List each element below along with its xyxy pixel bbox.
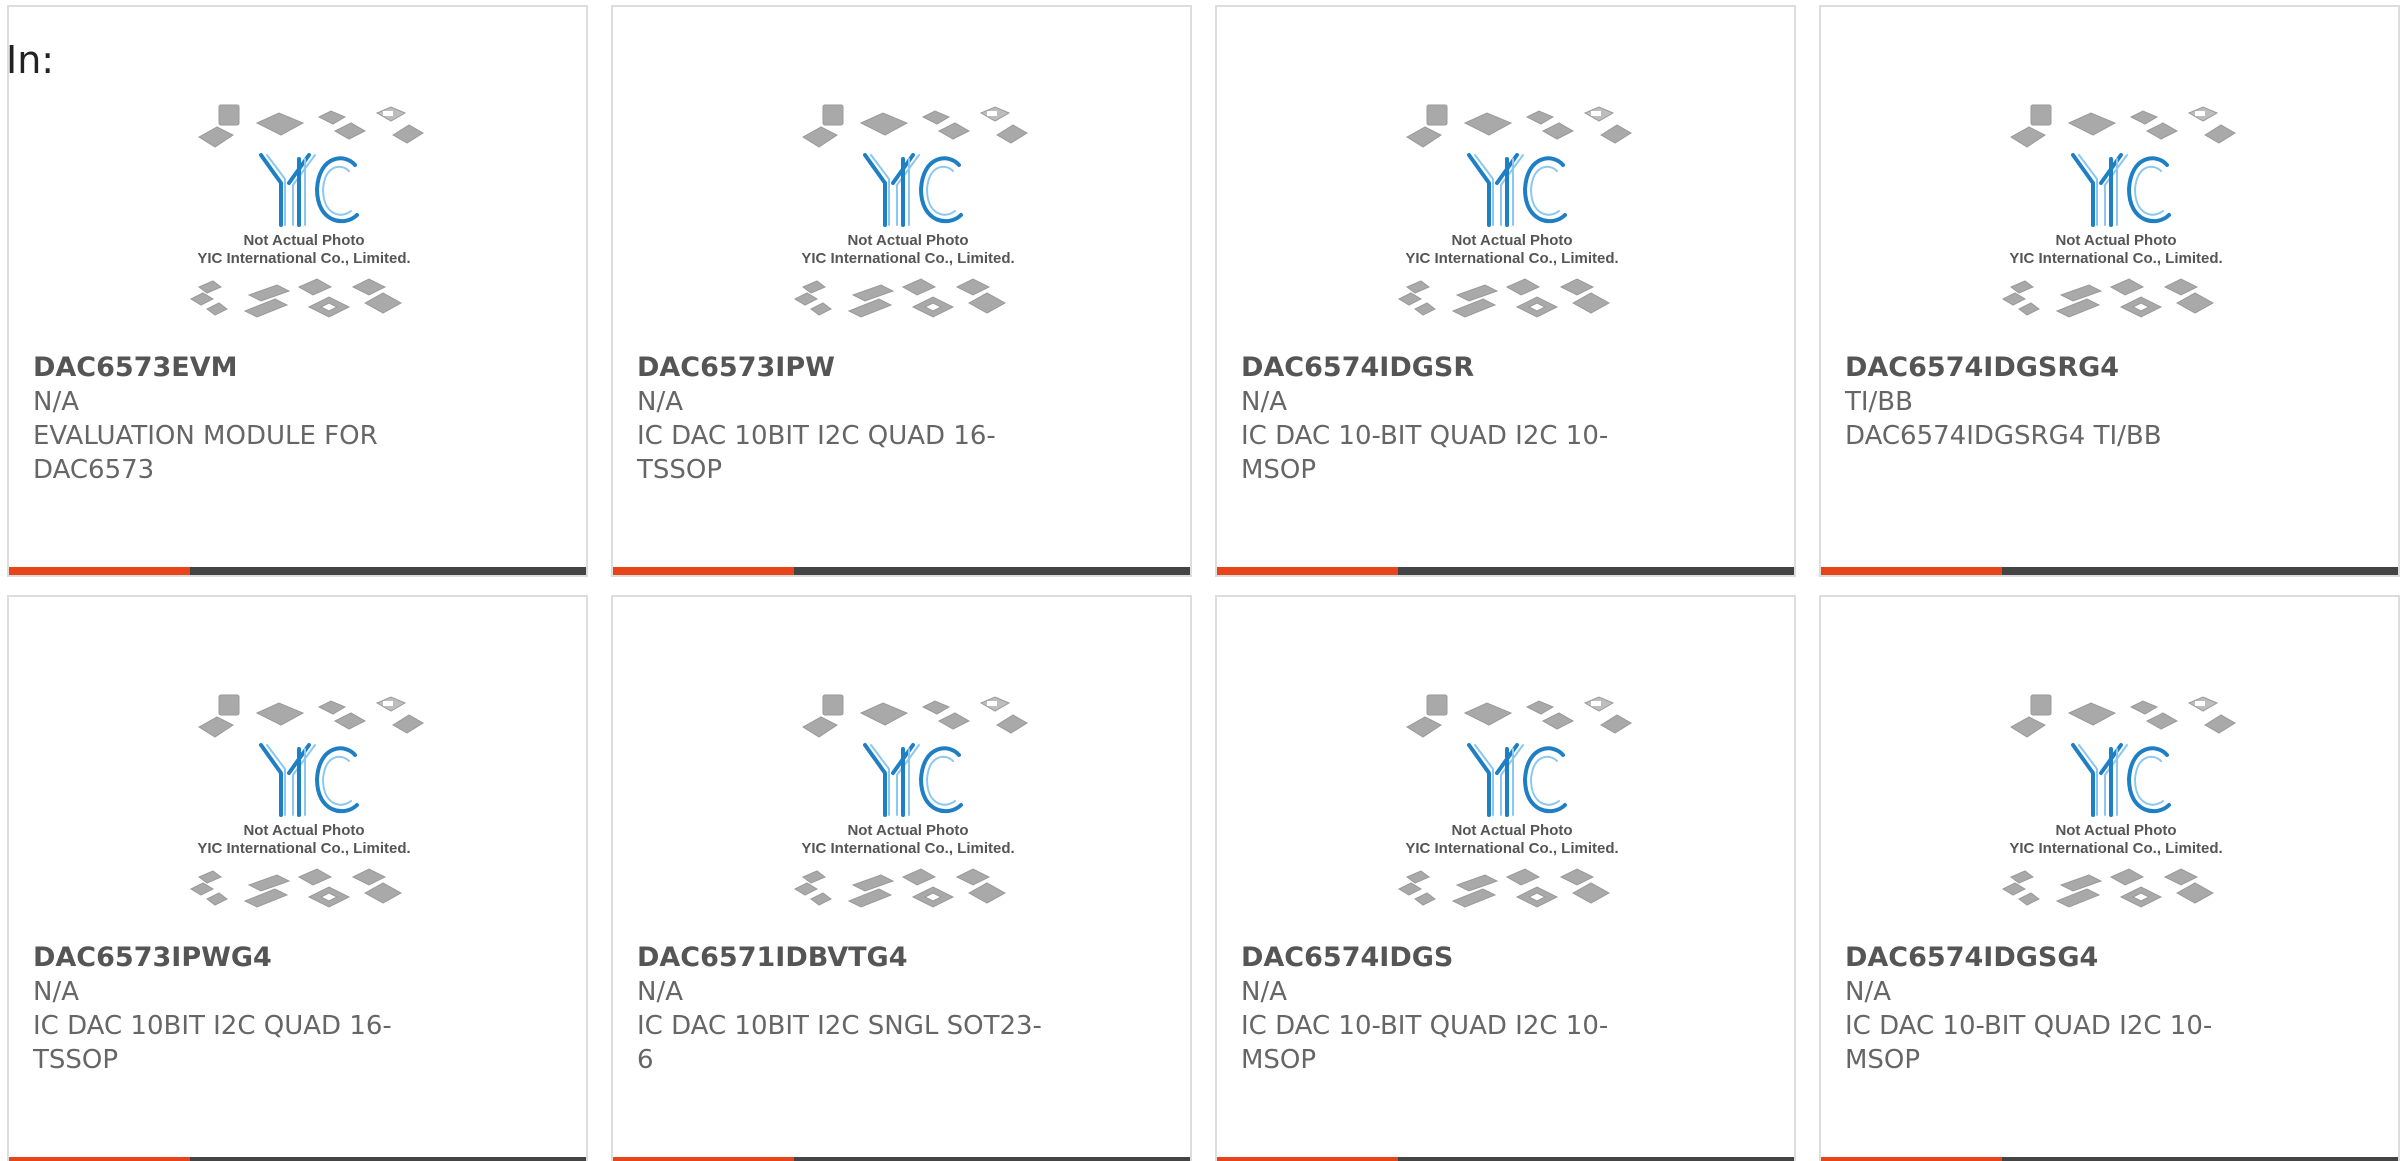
product-description: IC DAC 10BIT I2C SNGL SOT23-6 bbox=[637, 1011, 1042, 1075]
card-bottom-bar bbox=[1821, 567, 2398, 575]
manufacturer: N/A bbox=[33, 977, 79, 1007]
card-bottom-bar-rest bbox=[2002, 567, 2398, 575]
placeholder-caption-line1: Not Actual Photo bbox=[2055, 822, 2176, 839]
card-bottom-bar-accent bbox=[9, 1157, 190, 1161]
product-description: EVALUATION MODULE FOR DAC6573 bbox=[33, 421, 378, 485]
card-bottom-bar-rest bbox=[190, 1157, 586, 1161]
placeholder-caption-line1: Not Actual Photo bbox=[243, 822, 364, 839]
card-bottom-bar-rest bbox=[1398, 567, 1794, 575]
manufacturer: N/A bbox=[1241, 977, 1287, 1007]
not-actual-photo-placeholder-image: Not Actual Photo YIC International Co., … bbox=[189, 694, 424, 908]
placeholder-caption-line2: YIC International Co., Limited. bbox=[801, 840, 1014, 857]
product-card[interactable]: Not Actual Photo YIC International Co., … bbox=[1819, 595, 2400, 1161]
card-bottom-bar-rest bbox=[1398, 1157, 1794, 1161]
search-prefix-label: In: bbox=[6, 38, 55, 82]
not-actual-photo-placeholder-image: Not Actual Photo YIC International Co., … bbox=[2001, 694, 2236, 908]
part-number[interactable]: DAC6574IDGS bbox=[1241, 941, 1661, 975]
manufacturer: N/A bbox=[637, 387, 683, 417]
card-bottom-bar bbox=[9, 1157, 586, 1161]
placeholder-caption-line1: Not Actual Photo bbox=[847, 822, 968, 839]
card-bottom-bar-accent bbox=[613, 1157, 794, 1161]
product-description: IC DAC 10-BIT QUAD I2C 10-MSOP bbox=[1845, 1011, 2213, 1075]
not-actual-photo-placeholder-image: Not Actual Photo YIC International Co., … bbox=[793, 104, 1028, 318]
product-card[interactable]: Not Actual Photo YIC International Co., … bbox=[611, 595, 1192, 1161]
product-info: DAC6574IDGSR N/A IC DAC 10-BIT QUAD I2C … bbox=[1241, 351, 1661, 487]
not-actual-photo-placeholder-image: Not Actual Photo YIC International Co., … bbox=[189, 104, 424, 318]
product-thumbnail: Not Actual Photo YIC International Co., … bbox=[169, 97, 439, 342]
placeholder-caption-line1: Not Actual Photo bbox=[1451, 822, 1572, 839]
product-card[interactable]: Not Actual Photo YIC International Co., … bbox=[1215, 5, 1796, 577]
placeholder-caption-line1: Not Actual Photo bbox=[1451, 232, 1572, 249]
not-actual-photo-placeholder-image: Not Actual Photo YIC International Co., … bbox=[1397, 104, 1632, 318]
product-info: DAC6571IDBVTG4 N/A IC DAC 10BIT I2C SNGL… bbox=[637, 941, 1057, 1077]
not-actual-photo-placeholder-image: Not Actual Photo YIC International Co., … bbox=[1397, 694, 1632, 908]
product-thumbnail: Not Actual Photo YIC International Co., … bbox=[773, 97, 1043, 342]
card-bottom-bar-accent bbox=[9, 567, 190, 575]
card-bottom-bar-accent bbox=[1821, 1157, 2002, 1161]
product-card[interactable]: Not Actual Photo YIC International Co., … bbox=[611, 5, 1192, 577]
product-card[interactable]: Not Actual Photo YIC International Co., … bbox=[7, 5, 588, 577]
placeholder-caption-line1: Not Actual Photo bbox=[243, 232, 364, 249]
product-info: DAC6573IPWG4 N/A IC DAC 10BIT I2C QUAD 1… bbox=[33, 941, 453, 1077]
placeholder-caption-line2: YIC International Co., Limited. bbox=[1405, 840, 1618, 857]
product-description: IC DAC 10-BIT QUAD I2C 10-MSOP bbox=[1241, 1011, 1609, 1075]
product-info: DAC6574IDGS N/A IC DAC 10-BIT QUAD I2C 1… bbox=[1241, 941, 1661, 1077]
part-number[interactable]: DAC6574IDGSG4 bbox=[1845, 941, 2265, 975]
part-number[interactable]: DAC6574IDGSRG4 bbox=[1845, 351, 2265, 385]
card-bottom-bar bbox=[613, 1157, 1190, 1161]
product-thumbnail: Not Actual Photo YIC International Co., … bbox=[169, 687, 439, 932]
product-card[interactable]: Not Actual Photo YIC International Co., … bbox=[1215, 595, 1796, 1161]
placeholder-caption-line2: YIC International Co., Limited. bbox=[197, 840, 410, 857]
card-bottom-bar bbox=[1821, 1157, 2398, 1161]
card-bottom-bar-rest bbox=[794, 567, 1190, 575]
card-bottom-bar-rest bbox=[2002, 1157, 2398, 1161]
product-info: DAC6574IDGSG4 N/A IC DAC 10-BIT QUAD I2C… bbox=[1845, 941, 2265, 1077]
product-thumbnail: Not Actual Photo YIC International Co., … bbox=[1981, 97, 2251, 342]
card-bottom-bar bbox=[1217, 567, 1794, 575]
product-thumbnail: Not Actual Photo YIC International Co., … bbox=[773, 687, 1043, 932]
product-thumbnail: Not Actual Photo YIC International Co., … bbox=[1377, 687, 1647, 932]
part-number[interactable]: DAC6574IDGSR bbox=[1241, 351, 1661, 385]
placeholder-caption-line2: YIC International Co., Limited. bbox=[801, 250, 1014, 267]
not-actual-photo-placeholder-image: Not Actual Photo YIC International Co., … bbox=[793, 694, 1028, 908]
placeholder-caption-line1: Not Actual Photo bbox=[2055, 232, 2176, 249]
product-description: DAC6574IDGSRG4 TI/BB bbox=[1845, 421, 2162, 451]
card-bottom-bar-rest bbox=[794, 1157, 1190, 1161]
placeholder-caption-line2: YIC International Co., Limited. bbox=[2009, 250, 2222, 267]
placeholder-caption-line1: Not Actual Photo bbox=[847, 232, 968, 249]
card-bottom-bar-accent bbox=[1217, 1157, 1398, 1161]
product-info: DAC6574IDGSRG4 TI/BB DAC6574IDGSRG4 TI/B… bbox=[1845, 351, 2265, 453]
manufacturer: N/A bbox=[1845, 977, 1891, 1007]
part-number[interactable]: DAC6573EVM bbox=[33, 351, 453, 385]
manufacturer: N/A bbox=[1241, 387, 1287, 417]
product-info: DAC6573IPW N/A IC DAC 10BIT I2C QUAD 16-… bbox=[637, 351, 1057, 487]
product-description: IC DAC 10BIT I2C QUAD 16-TSSOP bbox=[33, 1011, 392, 1075]
manufacturer: TI/BB bbox=[1845, 387, 1913, 417]
part-number[interactable]: DAC6573IPW bbox=[637, 351, 1057, 385]
card-bottom-bar-accent bbox=[613, 567, 794, 575]
product-thumbnail: Not Actual Photo YIC International Co., … bbox=[1981, 687, 2251, 932]
card-bottom-bar-accent bbox=[1821, 567, 2002, 575]
card-bottom-bar bbox=[613, 567, 1190, 575]
product-card[interactable]: Not Actual Photo YIC International Co., … bbox=[1819, 5, 2400, 577]
product-grid: Not Actual Photo YIC International Co., … bbox=[7, 5, 2400, 1161]
part-number[interactable]: DAC6571IDBVTG4 bbox=[637, 941, 1057, 975]
product-info: DAC6573EVM N/A EVALUATION MODULE FOR DAC… bbox=[33, 351, 453, 487]
manufacturer: N/A bbox=[33, 387, 79, 417]
product-thumbnail: Not Actual Photo YIC International Co., … bbox=[1377, 97, 1647, 342]
manufacturer: N/A bbox=[637, 977, 683, 1007]
placeholder-caption-line2: YIC International Co., Limited. bbox=[1405, 250, 1618, 267]
page: In: Not Actual Photo YIC International C… bbox=[0, 0, 2400, 1161]
card-bottom-bar bbox=[1217, 1157, 1794, 1161]
not-actual-photo-placeholder-image: Not Actual Photo YIC International Co., … bbox=[2001, 104, 2236, 318]
product-description: IC DAC 10-BIT QUAD I2C 10-MSOP bbox=[1241, 421, 1609, 485]
card-bottom-bar bbox=[9, 567, 586, 575]
product-description: IC DAC 10BIT I2C QUAD 16-TSSOP bbox=[637, 421, 996, 485]
product-card[interactable]: Not Actual Photo YIC International Co., … bbox=[7, 595, 588, 1161]
placeholder-caption-line2: YIC International Co., Limited. bbox=[197, 250, 410, 267]
part-number[interactable]: DAC6573IPWG4 bbox=[33, 941, 453, 975]
card-bottom-bar-accent bbox=[1217, 567, 1398, 575]
placeholder-caption-line2: YIC International Co., Limited. bbox=[2009, 840, 2222, 857]
card-bottom-bar-rest bbox=[190, 567, 586, 575]
